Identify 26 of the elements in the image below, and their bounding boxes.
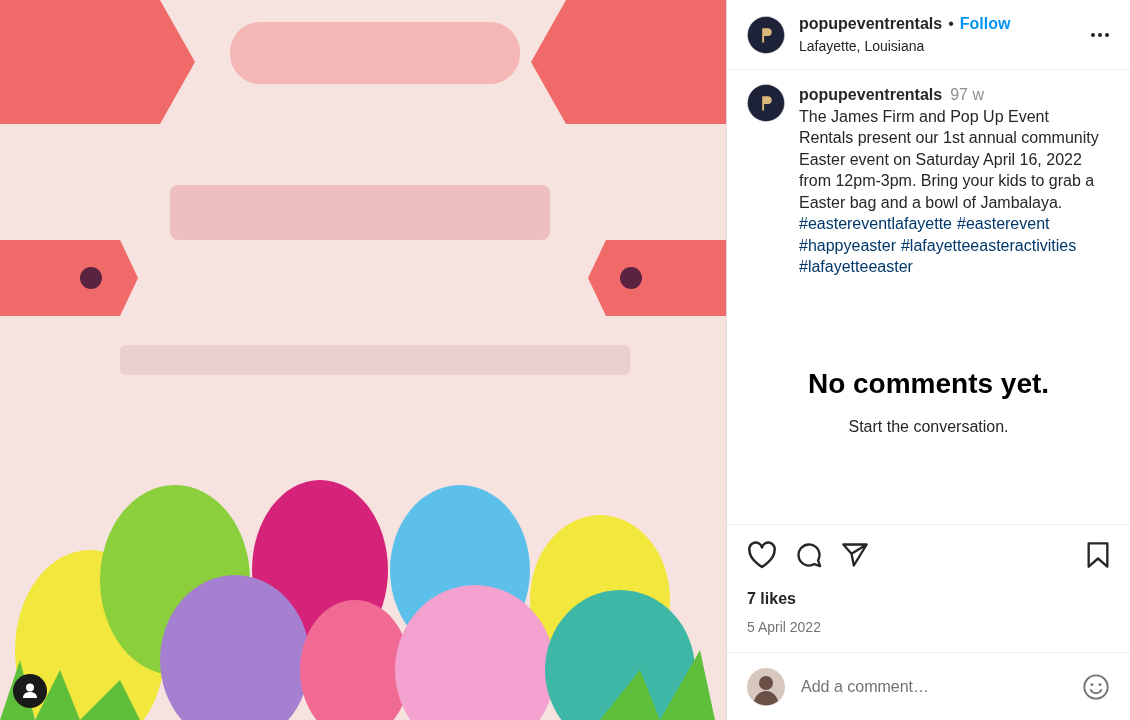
hashtag-link[interactable]: #eastereventlafayette	[799, 213, 952, 235]
comment-input[interactable]: Add a comment…	[801, 674, 1066, 699]
hashtag-link[interactable]: #lafayetteeasteractivities	[900, 234, 1077, 256]
location-link[interactable]: Lafayette, Louisiana	[799, 36, 1076, 57]
post-age: 97 w	[950, 85, 984, 105]
avatar-icon	[747, 667, 785, 706]
hashtag-link[interactable]: #happyeaster	[799, 234, 896, 256]
username-link[interactable]: popupeventrentals	[799, 84, 943, 106]
comment-icon[interactable]	[795, 541, 823, 569]
avatar-icon[interactable]	[747, 84, 785, 122]
post-date: 5 April 2022	[747, 618, 822, 637]
hashtag-link[interactable]: #easterevent	[957, 213, 1050, 235]
caption-text: The James Firm and Pop Up Event Rentals present our 1st annual community Easter event on Saturday April 16, 2022 from 12pm-3pm. Bring your kids to grab a Easter bag and a bowl of Jambalaya.	[799, 106, 1099, 213]
empty-comments-title: No comments yet.	[807, 366, 1050, 401]
emoji-icon[interactable]	[1082, 672, 1110, 701]
more-options-icon[interactable]	[1090, 31, 1110, 38]
avatar-icon[interactable]	[747, 15, 785, 54]
empty-comments-hint: Start the conversation.	[848, 416, 1009, 437]
share-icon[interactable]	[841, 542, 869, 568]
hashtag-link[interactable]: #lafayetteeaster	[799, 256, 913, 278]
separator-dot: •	[948, 14, 954, 34]
username-link[interactable]: popupeventrentals	[799, 12, 943, 36]
bookmark-icon[interactable]	[1086, 541, 1110, 569]
user-tag-icon[interactable]	[13, 674, 47, 708]
heart-icon[interactable]	[747, 541, 777, 569]
likes-count[interactable]: 7 likes	[747, 587, 1110, 611]
